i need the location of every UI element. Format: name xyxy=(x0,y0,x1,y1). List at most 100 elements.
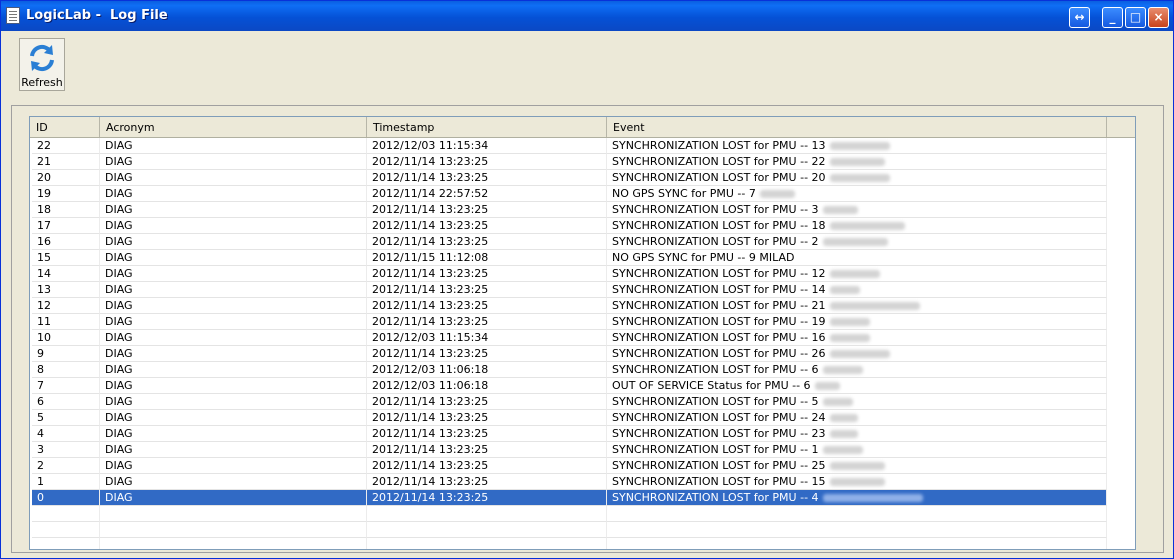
table-row[interactable]: 4 DIAG 2012/11/14 13:23:25 SYNCHRONIZATION … xyxy=(30,426,1110,442)
table-row[interactable]: 16 DIAG 2012/11/14 13:23:25 SYNCHRONIZATION… xyxy=(30,234,1110,250)
acronym-text: DIAG xyxy=(105,203,133,216)
table-row[interactable]: 11 DIAG 2012/11/14 13:23:25 SYNCHRONIZATION… xyxy=(30,314,1110,330)
cell-id: 12 xyxy=(32,298,100,314)
timestamp-text: 2012/11/14 13:23:25 xyxy=(372,491,489,504)
timestamp-text: 2012/11/14 13:23:25 xyxy=(372,219,489,232)
redacted-name xyxy=(759,190,795,198)
refresh-button[interactable]: Refresh xyxy=(19,38,65,91)
title-bar[interactable]: LogicLab - Log File ↔ _ □ × xyxy=(1,1,1173,31)
cell-id: 18 xyxy=(32,202,100,218)
cell-acronym: DIAG xyxy=(100,458,367,474)
timestamp-text: 2012/11/14 13:23:25 xyxy=(372,427,489,440)
table-row[interactable]: 0 DIAG 2012/11/14 13:23:25 SYNCHRONIZATION … xyxy=(30,490,1110,506)
cell-id: 20 xyxy=(32,170,100,186)
empty-cell xyxy=(607,506,1107,522)
cell-acronym: DIAG xyxy=(100,154,367,170)
cell-id: 1 xyxy=(32,474,100,490)
timestamp-text: 2012/11/14 13:23:25 xyxy=(372,459,489,472)
id-text: 15 xyxy=(37,251,51,264)
empty-cell xyxy=(607,538,1107,549)
redacted-name xyxy=(829,430,858,438)
table-row[interactable]: 21 DIAG 2012/11/14 13:23:25 SYNCHRONIZATION… xyxy=(30,154,1110,170)
resize-arrows-button[interactable]: ↔ xyxy=(1069,7,1090,28)
timestamp-text: 2012/11/14 13:23:25 xyxy=(372,443,489,456)
table-row[interactable]: 17 DIAG 2012/11/14 13:23:25 SYNCHRONIZATION… xyxy=(30,218,1110,234)
empty-cell xyxy=(32,506,100,522)
table-row[interactable]: 8 DIAG 2012/12/03 11:06:18 SYNCHRONIZATION … xyxy=(30,362,1110,378)
table-row[interactable]: 5 DIAG 2012/11/14 13:23:25 SYNCHRONIZATION … xyxy=(30,410,1110,426)
cell-acronym: DIAG xyxy=(100,346,367,362)
cell-timestamp: 2012/11/14 13:23:25 xyxy=(367,410,607,426)
grid-header: ID Acronym Timestamp Event xyxy=(30,117,1135,138)
table-row[interactable]: 1 DIAG 2012/11/14 13:23:25 SYNCHRONIZATION … xyxy=(30,474,1110,490)
cell-timestamp: 2012/11/14 13:23:25 xyxy=(367,394,607,410)
event-text: SYNCHRONIZATION LOST for PMU -- 23 xyxy=(612,427,826,440)
event-text: SYNCHRONIZATION LOST for PMU -- 5 xyxy=(612,395,819,408)
empty-cell xyxy=(367,522,607,538)
cell-id: 4 xyxy=(32,426,100,442)
table-row[interactable]: 18 DIAG 2012/11/14 13:23:25 SYNCHRONIZATION… xyxy=(30,202,1110,218)
cell-acronym: DIAG xyxy=(100,474,367,490)
column-header-acronym[interactable]: Acronym xyxy=(100,117,367,137)
redacted-name xyxy=(822,398,853,406)
column-header-id[interactable]: ID xyxy=(30,117,100,137)
event-text: SYNCHRONIZATION LOST for PMU -- 6 xyxy=(612,363,819,376)
cell-acronym: DIAG xyxy=(100,234,367,250)
cell-timestamp: 2012/11/14 13:23:25 xyxy=(367,490,607,506)
cell-acronym: DIAG xyxy=(100,138,367,154)
maximize-button[interactable]: □ xyxy=(1125,7,1146,28)
timestamp-text: 2012/11/14 13:23:25 xyxy=(372,315,489,328)
table-row[interactable]: 15 DIAG 2012/11/15 11:12:08 NO GPS SYNC for… xyxy=(30,250,1110,266)
table-row[interactable]: 19 DIAG 2012/11/14 22:57:52 NO GPS SYNC for… xyxy=(30,186,1110,202)
cell-id: 14 xyxy=(32,266,100,282)
event-text: SYNCHRONIZATION LOST for PMU -- 20 xyxy=(612,171,826,184)
cell-timestamp: 2012/11/14 13:23:25 xyxy=(367,202,607,218)
table-row[interactable]: 3 DIAG 2012/11/14 13:23:25 SYNCHRONIZATION … xyxy=(30,442,1110,458)
close-button[interactable]: × xyxy=(1148,7,1169,28)
redacted-name xyxy=(829,286,860,294)
column-header-timestamp[interactable]: Timestamp xyxy=(367,117,607,137)
cell-id: 5 xyxy=(32,410,100,426)
cell-timestamp: 2012/12/03 11:06:18 xyxy=(367,378,607,394)
minimize-button[interactable]: _ xyxy=(1102,7,1123,28)
table-row[interactable]: 14 DIAG 2012/11/14 13:23:25 SYNCHRONIZATION… xyxy=(30,266,1110,282)
cell-id: 13 xyxy=(32,282,100,298)
id-text: 5 xyxy=(37,411,44,424)
event-text: SYNCHRONIZATION LOST for PMU -- 3 xyxy=(612,203,819,216)
empty-cell xyxy=(100,538,367,549)
column-header-event[interactable]: Event xyxy=(607,117,1107,137)
event-text: SYNCHRONIZATION LOST for PMU -- 26 xyxy=(612,347,826,360)
cell-event: SYNCHRONIZATION LOST for PMU -- 26 xyxy=(607,346,1107,362)
redacted-name xyxy=(822,366,863,374)
table-row[interactable]: 10 DIAG 2012/12/03 11:15:34 SYNCHRONIZATION… xyxy=(30,330,1110,346)
id-text: 20 xyxy=(37,171,51,184)
table-row[interactable]: 7 DIAG 2012/12/03 11:06:18 OUT OF SERVICE S… xyxy=(30,378,1110,394)
event-text: SYNCHRONIZATION LOST for PMU -- 22 xyxy=(612,155,826,168)
event-text: SYNCHRONIZATION LOST for PMU -- 18 xyxy=(612,219,826,232)
table-row[interactable]: 13 DIAG 2012/11/14 13:23:25 SYNCHRONIZATION… xyxy=(30,282,1110,298)
timestamp-text: 2012/11/14 13:23:25 xyxy=(372,411,489,424)
event-text: SYNCHRONIZATION LOST for PMU -- 14 xyxy=(612,283,826,296)
log-grid[interactable]: ID Acronym Timestamp Event 22 DIAG 2012/12… xyxy=(29,116,1136,550)
redacted-name xyxy=(829,350,890,358)
cell-event: OUT OF SERVICE Status for PMU -- 6 xyxy=(607,378,1107,394)
empty-row xyxy=(30,506,1110,522)
cell-event: SYNCHRONIZATION LOST for PMU -- 24 xyxy=(607,410,1107,426)
event-text: SYNCHRONIZATION LOST for PMU -- 16 xyxy=(612,331,826,344)
table-row[interactable]: 22 DIAG 2012/12/03 11:15:34 SYNCHRONIZATION… xyxy=(30,138,1110,154)
redacted-name xyxy=(829,478,885,486)
cell-acronym: DIAG xyxy=(100,442,367,458)
document-icon xyxy=(6,7,20,24)
acronym-text: DIAG xyxy=(105,363,133,376)
table-row[interactable]: 12 DIAG 2012/11/14 13:23:25 SYNCHRONIZATION… xyxy=(30,298,1110,314)
redacted-name xyxy=(829,414,858,422)
table-row[interactable]: 9 DIAG 2012/11/14 13:23:25 SYNCHRONIZATION … xyxy=(30,346,1110,362)
cell-event: SYNCHRONIZATION LOST for PMU -- 21 xyxy=(607,298,1107,314)
timestamp-text: 2012/11/14 13:23:25 xyxy=(372,395,489,408)
table-row[interactable]: 20 DIAG 2012/11/14 13:23:25 SYNCHRONIZATION… xyxy=(30,170,1110,186)
table-row[interactable]: 2 DIAG 2012/11/14 13:23:25 SYNCHRONIZATION … xyxy=(30,458,1110,474)
redacted-name xyxy=(829,158,885,166)
table-row[interactable]: 6 DIAG 2012/11/14 13:23:25 SYNCHRONIZATION … xyxy=(30,394,1110,410)
cell-id: 6 xyxy=(32,394,100,410)
empty-row xyxy=(30,538,1110,549)
